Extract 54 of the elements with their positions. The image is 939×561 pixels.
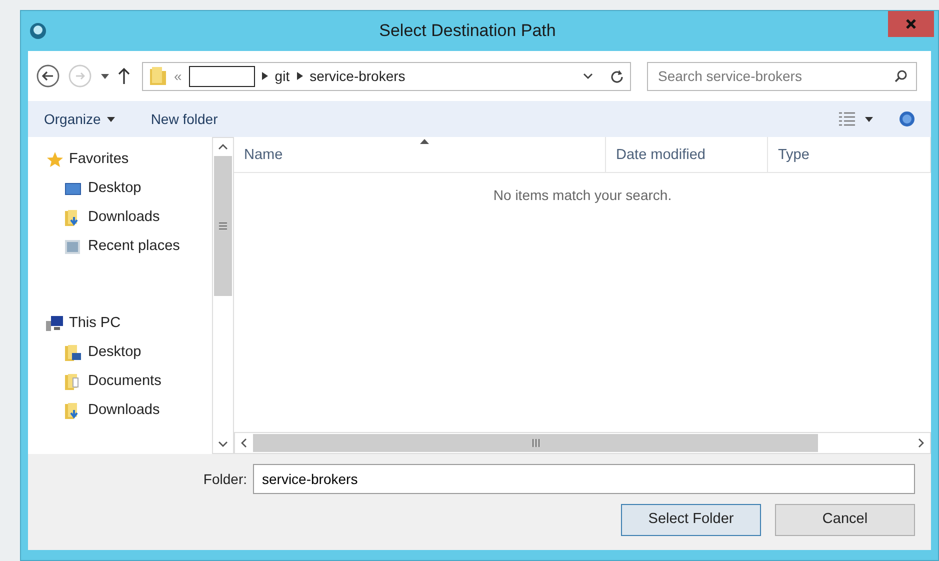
breadcrumb-segment[interactable]: service-brokers bbox=[310, 66, 406, 86]
desktop-icon bbox=[64, 180, 82, 197]
view-options-button[interactable] bbox=[839, 112, 873, 126]
star-icon bbox=[46, 151, 64, 168]
list-view-icon bbox=[839, 112, 855, 126]
scroll-left-icon bbox=[241, 438, 247, 448]
folder-icon bbox=[64, 344, 82, 361]
cancel-button[interactable]: Cancel bbox=[775, 504, 915, 536]
column-header[interactable]: Name bbox=[234, 137, 606, 172]
refresh-icon bbox=[610, 69, 624, 83]
sidebar-item[interactable]: Desktop bbox=[46, 174, 212, 203]
sidebar-group[interactable]: This PC bbox=[46, 309, 212, 338]
search-icon bbox=[894, 69, 908, 83]
dropdown-chevron-icon bbox=[583, 72, 593, 80]
column-header[interactable]: Type bbox=[768, 137, 931, 172]
app-icon bbox=[29, 22, 47, 40]
empty-message: No items match your search. bbox=[492, 186, 673, 205]
column-header[interactable]: Date modified bbox=[606, 137, 768, 172]
search-box[interactable]: Search service-brokers bbox=[647, 62, 917, 90]
chevron-right-icon bbox=[262, 72, 268, 80]
overflow-chevrons[interactable]: « bbox=[174, 66, 182, 86]
chevron-right-icon bbox=[296, 72, 303, 80]
address-bar[interactable]: « git service-brokers bbox=[142, 62, 631, 90]
caret-icon bbox=[106, 116, 115, 122]
sort-arrow-icon bbox=[420, 139, 428, 144]
sidebar-item[interactable]: Documents bbox=[46, 367, 212, 396]
vertical-scrollbar[interactable] bbox=[212, 137, 234, 454]
back-icon[interactable] bbox=[36, 64, 60, 88]
up-arrow-icon[interactable] bbox=[118, 67, 130, 85]
sidebar-item[interactable]: Desktop bbox=[46, 338, 212, 367]
grip-icon bbox=[219, 222, 227, 230]
close-icon bbox=[905, 18, 917, 30]
sidebar-item[interactable]: Downloads bbox=[46, 396, 212, 425]
sidebar-item[interactable]: Recent places bbox=[46, 232, 212, 261]
folder-label: Folder: bbox=[203, 470, 247, 488]
sidebar-item[interactable]: Downloads bbox=[46, 203, 212, 232]
scrollbar-thumb[interactable] bbox=[214, 156, 232, 296]
sidebar-group[interactable]: Favorites bbox=[46, 145, 212, 174]
scroll-right-icon bbox=[918, 438, 924, 448]
breadcrumb-segment[interactable]: git bbox=[274, 66, 290, 86]
dropdown-icon[interactable] bbox=[100, 72, 110, 80]
horizontal-scrollbar[interactable] bbox=[234, 432, 931, 454]
select-folder-button[interactable]: Select Folder bbox=[621, 504, 761, 536]
folder-icon bbox=[149, 66, 167, 86]
redacted-box bbox=[188, 66, 255, 86]
folder-field[interactable]: service-brokers bbox=[253, 464, 915, 494]
toolbar-button[interactable]: New folder bbox=[150, 108, 218, 130]
toolbar-button[interactable]: Organize bbox=[44, 108, 115, 130]
computer-icon bbox=[46, 315, 64, 332]
caret-icon bbox=[865, 116, 873, 122]
window-title: Select Destination Path bbox=[378, 20, 557, 42]
grip-icon bbox=[532, 439, 540, 447]
scrollbar-thumb[interactable] bbox=[253, 434, 818, 452]
close-button[interactable] bbox=[888, 11, 934, 37]
